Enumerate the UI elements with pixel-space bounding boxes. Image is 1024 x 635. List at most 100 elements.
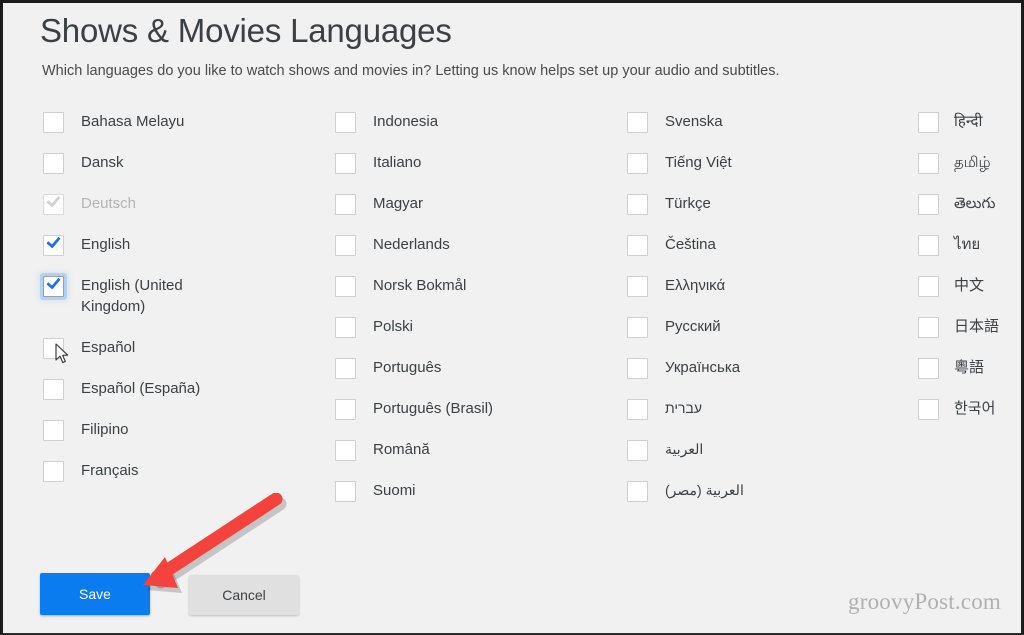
language-option-row[interactable]: 한국어 (918, 394, 1023, 435)
language-checkbox[interactable] (627, 481, 648, 502)
language-label[interactable]: Dansk (81, 148, 124, 173)
language-label[interactable]: Nederlands (373, 230, 450, 255)
cancel-button[interactable]: Cancel (189, 575, 299, 615)
language-checkbox[interactable] (918, 276, 939, 297)
language-checkbox[interactable] (43, 153, 64, 174)
language-option-row[interactable]: Русский (627, 312, 912, 353)
language-label[interactable]: Svenska (665, 107, 723, 132)
language-label[interactable]: Filipino (81, 415, 129, 440)
language-checkbox[interactable] (43, 338, 64, 359)
language-checkbox[interactable] (918, 194, 939, 215)
language-checkbox[interactable] (335, 317, 356, 338)
language-option-row[interactable]: Türkçe (627, 189, 912, 230)
language-checkbox[interactable] (335, 153, 356, 174)
language-checkbox[interactable] (627, 153, 648, 174)
language-option-row[interactable]: Suomi (335, 476, 625, 517)
language-label[interactable]: हिन्दी (954, 107, 982, 132)
language-label[interactable]: Español (81, 333, 135, 358)
language-checkbox[interactable] (627, 235, 648, 256)
language-label[interactable]: العربية (مصر) (665, 476, 744, 501)
language-option-row[interactable]: Dansk (43, 148, 333, 189)
language-option-row[interactable]: English (43, 230, 333, 271)
language-option-row[interactable]: Indonesia (335, 107, 625, 148)
language-label[interactable]: ไทย (954, 230, 980, 255)
language-checkbox[interactable] (335, 440, 356, 461)
language-label[interactable]: Español (España) (81, 374, 200, 399)
language-checkbox[interactable] (627, 276, 648, 297)
language-checkbox[interactable] (627, 399, 648, 420)
language-option-row[interactable]: Polski (335, 312, 625, 353)
language-label[interactable]: Indonesia (373, 107, 438, 132)
language-option-row[interactable]: 粵語 (918, 353, 1023, 394)
language-option-row[interactable]: 中文 (918, 271, 1023, 312)
language-label[interactable]: Čeština (665, 230, 716, 255)
language-option-row[interactable]: Filipino (43, 415, 333, 456)
language-option-row[interactable]: Español (43, 333, 333, 374)
language-checkbox[interactable] (918, 153, 939, 174)
language-option-row[interactable]: Français (43, 456, 333, 497)
language-option-row[interactable]: தமிழ் (918, 148, 1023, 189)
language-checkbox[interactable] (627, 194, 648, 215)
language-checkbox[interactable] (335, 235, 356, 256)
language-checkbox[interactable] (335, 399, 356, 420)
language-option-row[interactable]: Čeština (627, 230, 912, 271)
language-checkbox[interactable] (43, 276, 64, 297)
language-option-row[interactable]: Română (335, 435, 625, 476)
language-label[interactable]: Suomi (373, 476, 416, 501)
language-label[interactable]: 한국어 (954, 394, 995, 419)
language-label[interactable]: తెలుగు (954, 189, 995, 214)
language-checkbox[interactable] (918, 317, 939, 338)
language-checkbox[interactable] (627, 358, 648, 379)
language-label[interactable]: English (United Kingdom) (81, 271, 193, 317)
language-label[interactable]: Română (373, 435, 430, 460)
language-option-row[interactable]: Magyar (335, 189, 625, 230)
language-label[interactable]: Italiano (373, 148, 421, 173)
language-checkbox[interactable] (918, 235, 939, 256)
language-checkbox[interactable] (918, 399, 939, 420)
language-option-row[interactable]: Українська (627, 353, 912, 394)
language-label[interactable]: Magyar (373, 189, 423, 214)
language-option-row[interactable]: Português (Brasil) (335, 394, 625, 435)
language-label[interactable]: Português (373, 353, 441, 378)
language-label[interactable]: Українська (665, 353, 740, 378)
language-checkbox[interactable] (627, 440, 648, 461)
language-label[interactable]: தமிழ் (954, 148, 991, 173)
language-checkbox[interactable] (918, 358, 939, 379)
language-label[interactable]: العربية (665, 435, 703, 460)
language-label[interactable]: 中文 (954, 271, 984, 296)
language-label[interactable]: 日本語 (954, 312, 999, 337)
language-option-row[interactable]: 日本語 (918, 312, 1023, 353)
language-label[interactable]: Tiếng Việt (665, 148, 732, 173)
language-option-row[interactable]: Tiếng Việt (627, 148, 912, 189)
language-checkbox[interactable] (335, 276, 356, 297)
language-label[interactable]: Français (81, 456, 139, 481)
language-option-row[interactable]: עברית (627, 394, 912, 435)
language-option-row[interactable]: Nederlands (335, 230, 625, 271)
language-label[interactable]: Türkçe (665, 189, 711, 214)
language-label[interactable]: English (81, 230, 130, 255)
language-checkbox[interactable] (335, 358, 356, 379)
language-checkbox[interactable] (918, 112, 939, 133)
language-option-row[interactable]: العربية (627, 435, 912, 476)
language-option-row[interactable]: Português (335, 353, 625, 394)
language-checkbox[interactable] (43, 112, 64, 133)
language-checkbox[interactable] (335, 194, 356, 215)
language-label[interactable]: Norsk Bokmål (373, 271, 466, 296)
language-checkbox[interactable] (43, 379, 64, 400)
language-option-row[interactable]: తెలుగు (918, 189, 1023, 230)
language-option-row[interactable]: Ελληνικά (627, 271, 912, 312)
language-label[interactable]: Polski (373, 312, 413, 337)
language-option-row[interactable]: ไทย (918, 230, 1023, 271)
language-checkbox[interactable] (43, 235, 64, 256)
language-label[interactable]: עברית (665, 394, 702, 419)
save-button[interactable]: Save (40, 573, 150, 615)
language-label[interactable]: Bahasa Melayu (81, 107, 184, 132)
language-checkbox[interactable] (627, 317, 648, 338)
language-option-row[interactable]: English (United Kingdom) (43, 271, 333, 333)
language-option-row[interactable]: हिन्दी (918, 107, 1023, 148)
language-label[interactable]: Ελληνικά (665, 271, 725, 296)
language-checkbox[interactable] (335, 481, 356, 502)
language-checkbox[interactable] (43, 461, 64, 482)
language-option-row[interactable]: Svenska (627, 107, 912, 148)
language-label[interactable]: 粵語 (954, 353, 984, 378)
